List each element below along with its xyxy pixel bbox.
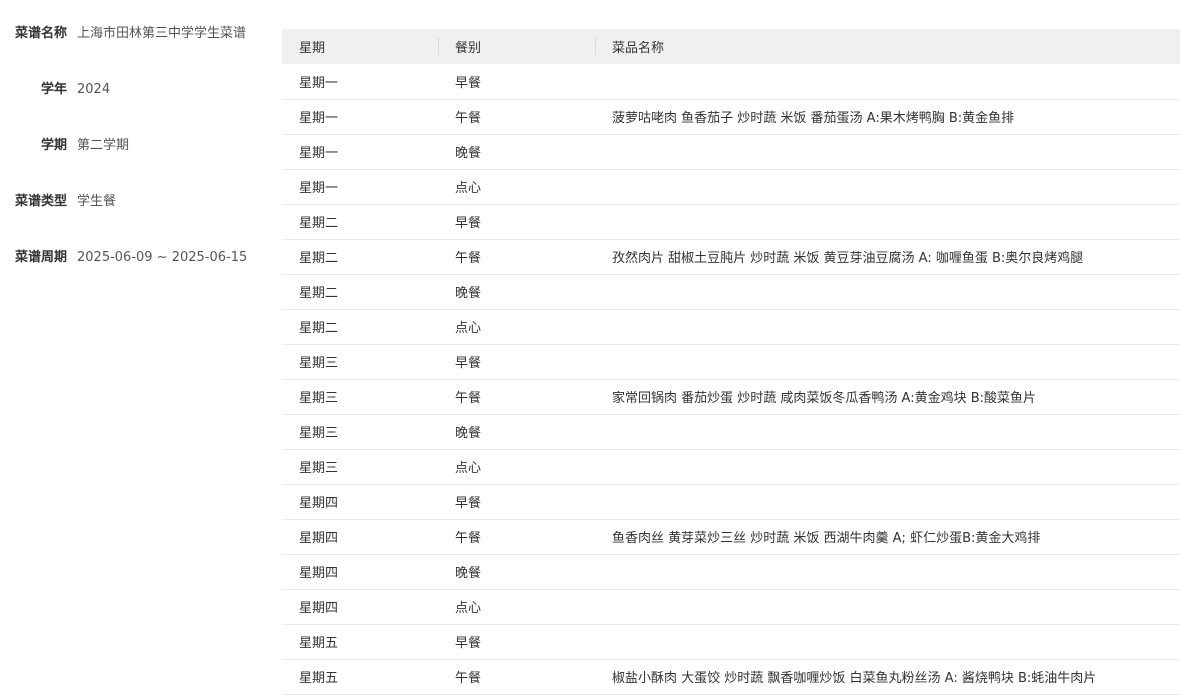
menu-period-label: 菜谱周期 xyxy=(14,250,67,265)
day-cell: 星期五 xyxy=(299,671,339,686)
menu-table: 星期 餐别 菜品名称 星期一 早餐 星期一 午餐 菠萝咕咾肉 鱼香茄子 炒时蔬 米饭 … xyxy=(282,29,1180,695)
day-cell: 星期二 xyxy=(299,216,339,231)
menu-type-label: 菜谱类型 xyxy=(14,194,67,209)
day-cell: 星期四 xyxy=(299,496,339,511)
table-row: 星期三 午餐 家常回锅肉 番茄炒蛋 炒时蔬 咸肉菜饭冬瓜香鸭汤 A:黄金鸡块 B:酸… xyxy=(282,379,1180,414)
table-row: 星期一 晚餐 xyxy=(282,134,1180,169)
table-row: 星期五 午餐 椒盐小酥肉 大蛋饺 炒时蔬 飘香咖喱炒饭 白菜鱼丸粉丝汤 A: 酱烧鸭… xyxy=(282,659,1180,694)
day-cell: 星期四 xyxy=(299,566,339,581)
dish-cell xyxy=(595,169,1180,204)
meal-cell: 晚餐 xyxy=(455,146,482,161)
school-year-value: 2024 xyxy=(77,82,111,97)
dish-cell: 鱼香肉丝 黄芽菜炒三丝 炒时蔬 米饭 西湖牛肉羹 A; 虾仁炒蛋B:黄金大鸡排 xyxy=(612,531,1041,546)
term-value: 第二学期 xyxy=(77,138,130,153)
meal-cell: 早餐 xyxy=(455,75,482,91)
meal-cell: 早餐 xyxy=(455,636,482,651)
day-cell: 星期三 xyxy=(299,356,339,371)
meal-cell: 午餐 xyxy=(455,251,482,266)
day-cell: 星期五 xyxy=(299,636,339,651)
table-row: 星期一 午餐 菠萝咕咾肉 鱼香茄子 炒时蔬 米饭 番茄蛋汤 A:果木烤鸭胸 B:黄金… xyxy=(282,99,1180,134)
day-cell: 星期一 xyxy=(299,146,339,161)
menu-name-value: 上海市田林第三中学学生菜谱 xyxy=(77,26,247,41)
table-row: 星期四 午餐 鱼香肉丝 黄芽菜炒三丝 炒时蔬 米饭 西湖牛肉羹 A; 虾仁炒蛋B:黄… xyxy=(282,519,1180,554)
meal-cell: 早餐 xyxy=(455,216,482,231)
dish-cell: 孜然肉片 甜椒土豆肫片 炒时蔬 米饭 黄豆芽油豆腐汤 A: 咖喱鱼蛋 B:奥尔良… xyxy=(612,251,1084,266)
day-cell: 星期四 xyxy=(299,531,339,546)
meal-cell: 晚餐 xyxy=(455,286,482,301)
info-row-term: 学期 第二学期 xyxy=(0,136,270,156)
day-cell: 星期三 xyxy=(299,391,339,406)
info-row-name: 菜谱名称 上海市田林第三中学学生菜谱 xyxy=(0,24,270,44)
table-row: 星期二 早餐 xyxy=(282,204,1180,239)
table-row: 星期三 早餐 xyxy=(282,344,1180,379)
day-cell: 星期四 xyxy=(299,601,339,616)
table-row: 星期一 早餐 xyxy=(282,64,1180,99)
meal-cell: 点心 xyxy=(455,321,482,336)
menu-name-label: 菜谱名称 xyxy=(14,26,67,41)
day-cell: 星期一 xyxy=(299,181,339,196)
dish-cell xyxy=(595,484,1180,519)
dish-cell: 菠萝咕咾肉 鱼香茄子 炒时蔬 米饭 番茄蛋汤 A:果木烤鸭胸 B:黄金鱼排 xyxy=(612,111,1015,126)
meal-cell: 午餐 xyxy=(455,391,482,406)
meal-cell: 午餐 xyxy=(455,671,482,686)
dish-cell xyxy=(595,274,1180,309)
info-row-type: 菜谱类型 学生餐 xyxy=(0,192,270,212)
info-row-year: 学年 2024 xyxy=(0,80,270,100)
column-header-dish: 菜品名称 xyxy=(595,29,1180,64)
table-row: 星期三 点心 xyxy=(282,449,1180,484)
dish-cell xyxy=(595,64,1180,99)
table-row: 星期二 晚餐 xyxy=(282,274,1180,309)
info-row-period: 菜谱周期 2025-06-09 ~ 2025-06-15 xyxy=(0,248,270,268)
table-row: 星期五 早餐 xyxy=(282,624,1180,659)
day-cell: 星期二 xyxy=(299,251,339,266)
menu-table-container[interactable]: 星期 餐别 菜品名称 星期一 早餐 星期一 午餐 菠萝咕咾肉 鱼香茄子 炒时蔬 米饭 … xyxy=(282,29,1180,696)
day-cell: 星期一 xyxy=(299,75,339,91)
dish-cell xyxy=(595,344,1180,379)
dish-cell xyxy=(595,309,1180,344)
meal-cell: 点心 xyxy=(455,461,482,476)
table-row: 星期四 早餐 xyxy=(282,484,1180,519)
dish-cell xyxy=(595,449,1180,484)
dish-cell: 椒盐小酥肉 大蛋饺 炒时蔬 飘香咖喱炒饭 白菜鱼丸粉丝汤 A: 酱烧鸭块 B:蚝… xyxy=(612,671,1097,686)
day-cell: 星期二 xyxy=(299,286,339,301)
dish-cell: 家常回锅肉 番茄炒蛋 炒时蔬 咸肉菜饭冬瓜香鸭汤 A:黄金鸡块 B:酸菜鱼片 xyxy=(612,391,1037,406)
table-row: 星期二 午餐 孜然肉片 甜椒土豆肫片 炒时蔬 米饭 黄豆芽油豆腐汤 A: 咖喱鱼蛋 … xyxy=(282,239,1180,274)
table-row: 星期四 点心 xyxy=(282,589,1180,624)
day-cell: 星期三 xyxy=(299,426,339,441)
meal-cell: 早餐 xyxy=(455,356,482,371)
meal-cell: 晚餐 xyxy=(455,426,482,441)
table-row: 星期一 点心 xyxy=(282,169,1180,204)
menu-period-value: 2025-06-09 ~ 2025-06-15 xyxy=(77,250,248,265)
column-header-meal: 餐别 xyxy=(438,29,595,64)
meal-cell: 点心 xyxy=(455,181,482,196)
table-row: 星期三 晚餐 xyxy=(282,414,1180,449)
day-cell: 星期二 xyxy=(299,321,339,336)
table-row: 星期四 晚餐 xyxy=(282,554,1180,589)
meal-cell: 午餐 xyxy=(455,531,482,546)
dish-cell xyxy=(595,134,1180,169)
dish-cell xyxy=(595,204,1180,239)
dish-cell xyxy=(595,624,1180,659)
column-header-day: 星期 xyxy=(299,41,326,56)
dish-cell xyxy=(595,414,1180,449)
meal-cell: 早餐 xyxy=(455,496,482,511)
meal-cell: 午餐 xyxy=(455,111,482,126)
day-cell: 星期三 xyxy=(299,461,339,476)
school-year-label: 学年 xyxy=(40,82,67,97)
dish-cell xyxy=(595,589,1180,624)
term-label: 学期 xyxy=(40,138,67,153)
menu-table-body: 星期一 早餐 星期一 午餐 菠萝咕咾肉 鱼香茄子 炒时蔬 米饭 番茄蛋汤 A:果木烤鸭… xyxy=(282,64,1180,694)
meal-cell: 点心 xyxy=(455,601,482,616)
day-cell: 星期一 xyxy=(299,111,339,126)
meal-cell: 晚餐 xyxy=(455,566,482,581)
menu-type-value: 学生餐 xyxy=(77,194,117,209)
table-header-row: 星期 餐别 菜品名称 xyxy=(282,29,1180,64)
table-row: 星期二 点心 xyxy=(282,309,1180,344)
menu-page: 菜谱名称 上海市田林第三中学学生菜谱 学年 2024 学期 第二学期 菜谱类型 … xyxy=(0,0,1180,696)
dish-cell xyxy=(595,554,1180,589)
